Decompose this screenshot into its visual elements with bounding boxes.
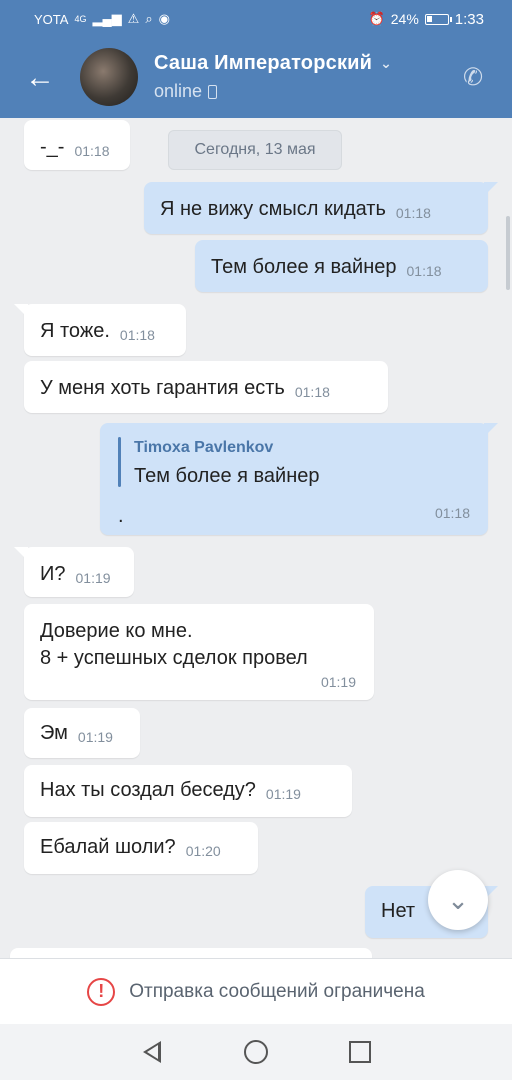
square-recents-icon <box>349 1041 371 1063</box>
contact-name-row: Саша Императорский ⌄ <box>154 52 392 75</box>
send-restricted-bar: ! Отправка сообщений ограничена <box>0 958 512 1024</box>
warning-icon: ⚠ <box>127 11 140 26</box>
top-bar: YOTA 4G ▂▄▆ ⚠ ⌕ ◉ ⏰ 24% 1:33 ← Саша Импе… <box>0 0 512 118</box>
message-bubble[interactable]: Доверие ко мне. 8 + успешных сделок пров… <box>24 604 374 700</box>
message-text: Я не вижу смысл кидать <box>160 198 386 220</box>
chevron-down-icon: ⌄ <box>380 55 393 71</box>
message-list[interactable]: -_- 01:18 Сегодня, 13 мая Я не вижу смыс… <box>0 118 512 958</box>
status-right: ⏰ 24% 1:33 <box>369 11 484 28</box>
network-label: 4G <box>74 14 87 24</box>
message-text: Нет <box>381 900 416 922</box>
message-row: Нах ты создал беседу? 01:19 <box>40 777 336 804</box>
carrier-label: YOTA <box>34 11 69 27</box>
contact-info[interactable]: Саша Императорский ⌄ online <box>154 52 392 102</box>
message-row: -_- 01:18 <box>40 134 114 161</box>
message-text: И? <box>40 563 66 585</box>
battery-percent: 24% <box>390 11 419 27</box>
contact-status: online <box>154 81 203 101</box>
system-navigation-bar <box>0 1024 512 1080</box>
message-text: Ебалай шоли? <box>40 836 176 858</box>
message-bubble[interactable]: Эм 01:19 <box>24 708 140 758</box>
message-bubble[interactable]: -_- 01:18 <box>24 120 130 170</box>
message-row: Эм 01:19 <box>40 720 124 747</box>
message-time: 01:20 <box>185 843 221 860</box>
message-time: 01:18 <box>119 327 155 344</box>
lock-icon: ◉ <box>158 11 170 26</box>
signal-icon: ▂▄▆ <box>92 11 122 26</box>
quoted-text: Тем более я вайнер <box>134 465 320 487</box>
message-time: 01:19 <box>75 570 111 587</box>
message-row: У меня хоть гарантия есть 01:18 <box>40 375 372 402</box>
chat-header: ← Саша Императорский ⌄ online ✆ <box>0 38 512 118</box>
message-text-line-2: 8 + успешных сделок провел <box>40 647 308 669</box>
phone-icon[interactable]: ✆ <box>456 60 490 94</box>
message-time: 01:19 <box>265 786 301 803</box>
status-left: YOTA 4G ▂▄▆ ⚠ ⌕ ◉ <box>34 11 170 27</box>
reply-message-bubble[interactable]: Timoxa Pavlenkov Тем более я вайнер . 01… <box>100 423 498 535</box>
message-text: Эм <box>40 722 68 744</box>
message-row: Я не вижу смысл кидать 01:18 <box>160 196 472 223</box>
message-time: 01:18 <box>434 505 470 522</box>
restriction-text: Отправка сообщений ограничена <box>129 980 425 1002</box>
message-time: 01:18 <box>406 263 442 280</box>
nav-home-button[interactable] <box>241 1037 271 1067</box>
circle-home-icon <box>244 1040 268 1064</box>
mobile-icon <box>208 84 218 99</box>
arrow-left-icon[interactable]: ← <box>22 60 58 96</box>
exclamation-circle-icon: ! <box>87 977 116 1006</box>
message-text: У меня хоть гарантия есть <box>40 377 285 399</box>
message-bubble-partial[interactable] <box>10 948 372 958</box>
battery-icon <box>424 13 452 25</box>
message-time: 01:19 <box>77 729 113 746</box>
message-time: 01:18 <box>74 143 110 160</box>
message-bubble[interactable]: У меня хоть гарантия есть 01:18 <box>24 361 388 413</box>
quote-bar <box>118 437 121 487</box>
message-row: Ебалай шоли? 01:20 <box>40 834 242 861</box>
alarm-icon: ⏰ <box>368 11 385 26</box>
message-bubble[interactable]: Нах ты создал беседу? 01:19 <box>24 765 352 817</box>
message-text: Тем более я вайнер <box>211 256 397 278</box>
quoted-author[interactable]: Timoxa Pavlenkov <box>134 437 273 459</box>
contact-status-row: online <box>154 81 392 102</box>
message-row: Тем более я вайнер 01:18 <box>211 254 472 281</box>
date-separator: Сегодня, 13 мая <box>168 130 342 170</box>
message-bubble[interactable]: Я тоже. 01:18 <box>14 304 186 356</box>
message-bubble[interactable]: Ебалай шоли? 01:20 <box>24 822 258 874</box>
nav-back-button[interactable] <box>137 1037 167 1067</box>
scroll-down-button[interactable]: ⌄ <box>428 870 488 930</box>
nav-recents-button[interactable] <box>345 1037 375 1067</box>
message-text: . <box>118 505 124 527</box>
clock: 1:33 <box>454 10 484 28</box>
message-time: 01:18 <box>395 205 431 222</box>
message-time: 01:19 <box>320 674 356 691</box>
message-row: И? 01:19 <box>40 561 118 588</box>
status-bar: YOTA 4G ▂▄▆ ⚠ ⌕ ◉ ⏰ 24% 1:33 <box>0 0 512 38</box>
scrollbar[interactable] <box>506 216 510 290</box>
message-text: Нах ты создал беседу? <box>40 779 256 801</box>
message-text-line-1: Доверие ко мне. <box>40 620 193 642</box>
message-time: 01:18 <box>294 384 330 401</box>
message-text: -_- <box>40 136 65 158</box>
message-row: Я тоже. 01:18 <box>40 318 170 345</box>
triangle-back-icon <box>143 1041 161 1063</box>
avatar[interactable] <box>80 48 138 106</box>
contact-name: Саша Императорский <box>154 52 373 74</box>
chevron-down-icon: ⌄ <box>447 884 469 915</box>
message-bubble[interactable]: Я не вижу смысл кидать 01:18 <box>144 182 498 234</box>
message-text: Я тоже. <box>40 320 110 342</box>
search-icon: ⌕ <box>145 11 153 26</box>
battery-fill <box>426 15 432 22</box>
message-bubble[interactable]: И? 01:19 <box>14 547 134 597</box>
message-bubble[interactable]: Тем более я вайнер 01:18 <box>195 240 488 292</box>
